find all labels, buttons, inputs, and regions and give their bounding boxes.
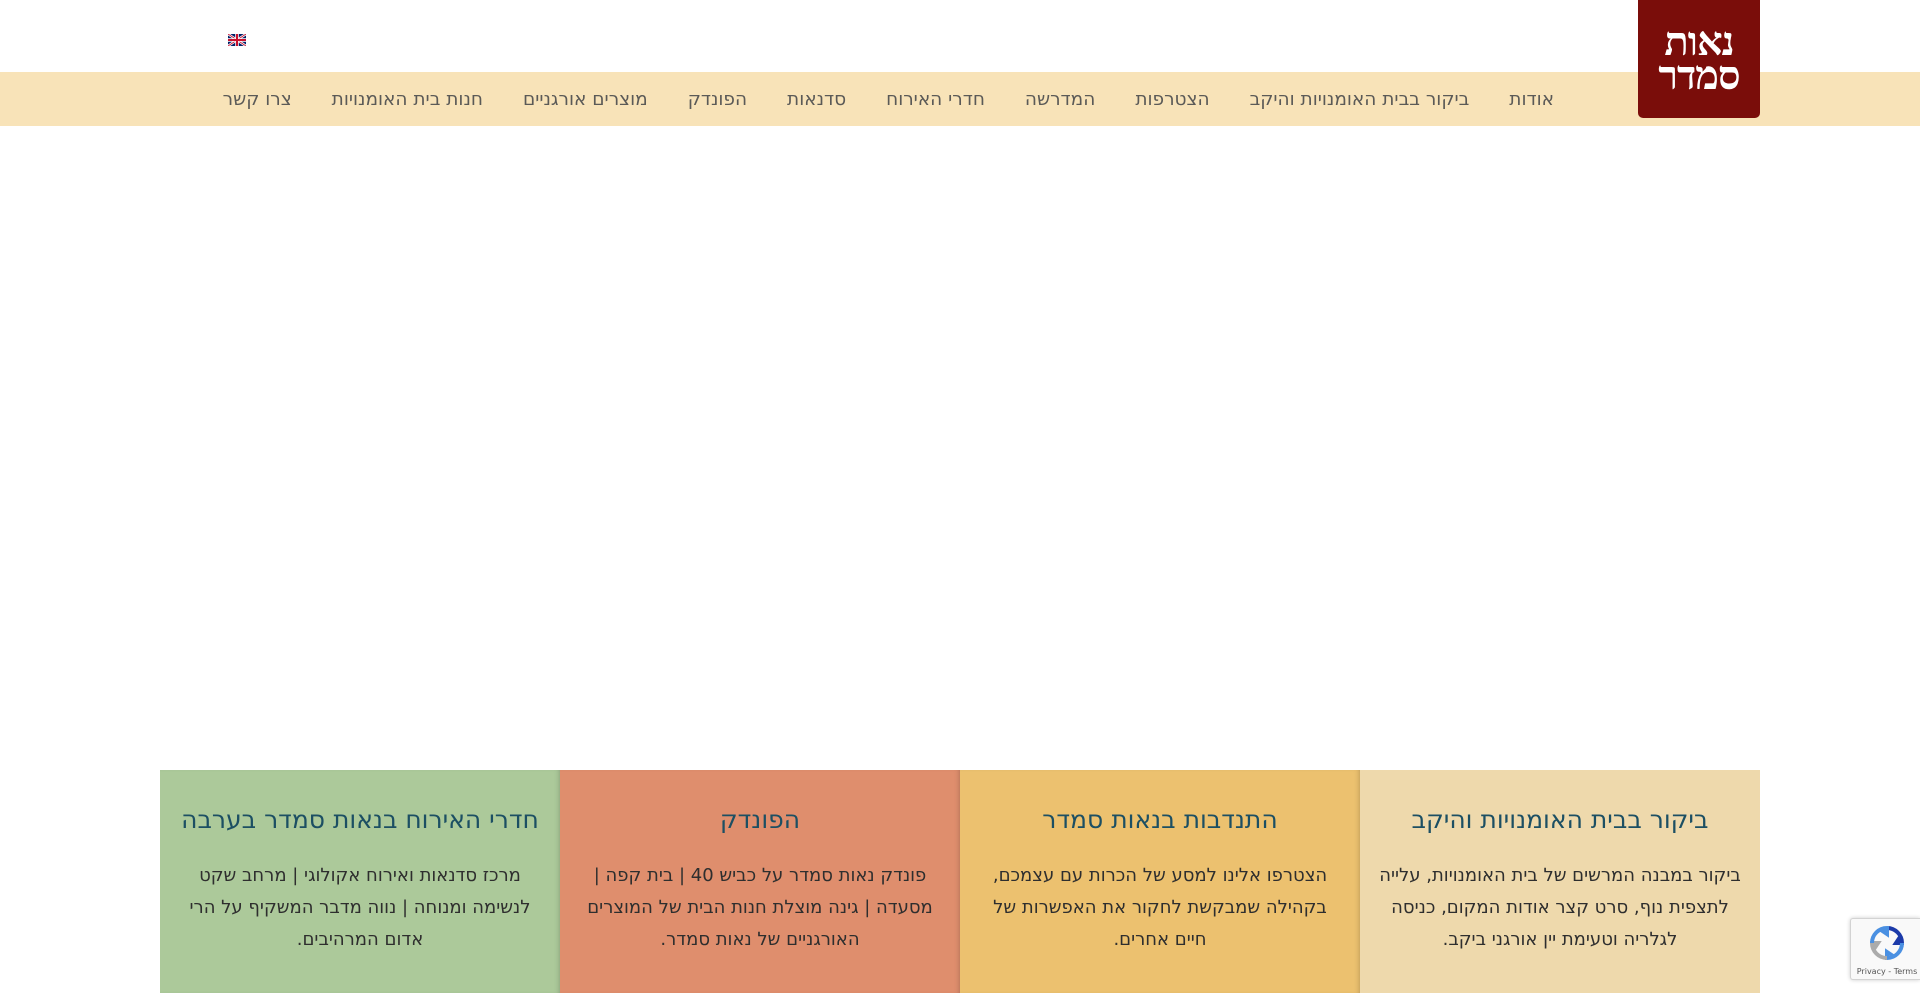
card-title[interactable]: חדרי האירוח בנאות סמדר בערבה [170,802,550,838]
card-text: הצטרפו אלינו למסע של הכרות עם עצמכם, בקה… [992,865,1328,950]
nav-list: אודות ביקור בבית האומנויות והיקב הצטרפות… [203,72,1574,126]
recaptcha-badge[interactable]: Privacy - Terms [1850,918,1920,980]
nav-item-inn[interactable]: הפונדק [668,89,767,110]
card-title[interactable]: ביקור בבית האומנויות והיקב [1370,802,1750,838]
recaptcha-privacy-terms[interactable]: Privacy - Terms [1855,967,1919,976]
uk-flag-icon[interactable] [228,34,246,46]
nav-item-arts-house-shop[interactable]: חנות בית האומנויות [312,89,503,110]
site-logo[interactable]: נאות סמדר [1638,0,1760,118]
card-title[interactable]: הפונדק [570,802,950,838]
main-navigation: אודות ביקור בבית האומנויות והיקב הצטרפות… [0,72,1920,126]
card-volunteering[interactable]: התנדבות בנאות סמדר הצטרפו אלינו למסע של … [960,770,1360,993]
nav-item-about[interactable]: אודות [1489,89,1574,110]
nav-item-contact[interactable]: צרו קשר [203,89,312,110]
card-text: פונדק נאות סמדר על כביש 40 | בית קפה | מ… [587,865,933,950]
card-title[interactable]: התנדבות בנאות סמדר [970,802,1350,838]
card-visit-winery[interactable]: ביקור בבית האומנויות והיקב ביקור במבנה ה… [1360,770,1760,993]
card-guest-rooms[interactable]: חדרי האירוח בנאות סמדר בערבה מרכז סדנאות… [160,770,560,993]
nav-item-guest-rooms[interactable]: חדרי האירוח [866,89,1005,110]
card-inn[interactable]: הפונדק פונדק נאות סמדר על כביש 40 | בית … [560,770,960,993]
logo-text: נאות סמדר [1658,18,1740,99]
nav-item-organic-products[interactable]: מוצרים אורגניים [503,89,668,110]
hero-area [0,126,1920,770]
nav-item-workshops[interactable]: סדנאות [767,89,866,110]
nav-item-join[interactable]: הצטרפות [1115,89,1229,110]
nav-item-midrasha[interactable]: המדרשה [1005,89,1115,110]
top-bar [0,0,1920,72]
card-text: מרכז סדנאות ואירוח אקולוגי | מרחב שקט לנ… [189,865,531,950]
nav-item-visit-arts-house-winery[interactable]: ביקור בבית האומנויות והיקב [1230,89,1490,110]
recaptcha-icon [1869,925,1905,961]
card-text: ביקור במבנה המרשים של בית האומנויות, עלי… [1379,865,1741,950]
feature-cards: ביקור בבית האומנויות והיקב ביקור במבנה ה… [160,770,1760,993]
